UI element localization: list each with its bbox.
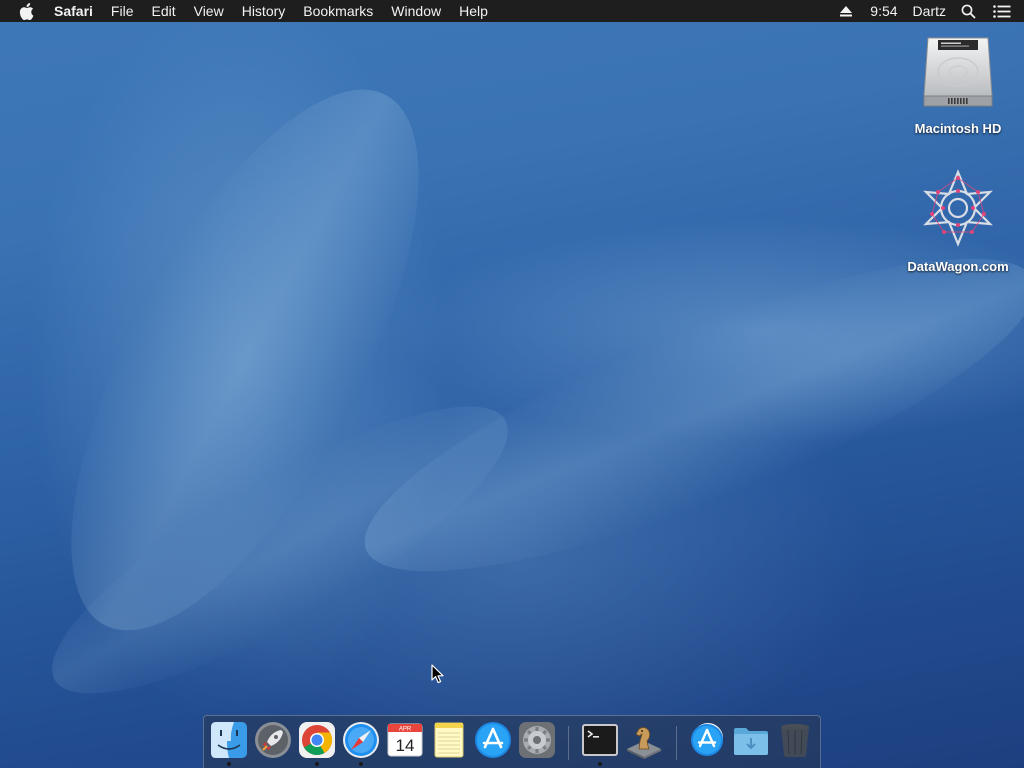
menu-history[interactable]: History — [233, 0, 295, 22]
gear-icon — [519, 722, 555, 758]
dock-launchpad[interactable] — [254, 721, 292, 759]
desktop-icon-label: DataWagon.com — [907, 259, 1009, 274]
eject-icon[interactable] — [834, 5, 858, 17]
app-store-icon — [475, 722, 511, 758]
menu-edit[interactable]: Edit — [142, 0, 184, 22]
app-store-stack-icon — [691, 723, 723, 756]
calendar-month: APR — [399, 727, 412, 733]
wallpaper-streak — [2, 41, 488, 679]
chrome-icon — [299, 722, 335, 758]
menu-help[interactable]: Help — [450, 0, 497, 22]
notification-center-icon[interactable] — [992, 4, 1012, 18]
menu-window[interactable]: Window — [382, 0, 450, 22]
menu-bookmarks[interactable]: Bookmarks — [294, 0, 382, 22]
dock-separator — [568, 726, 569, 760]
wallpaper-streak — [19, 359, 541, 741]
dock-finder[interactable] — [210, 721, 248, 759]
desktop-icon-macintosh-hd[interactable]: Macintosh HD — [903, 30, 1013, 136]
desktop-icon-datawagon[interactable]: DataWagon.com — [903, 168, 1013, 274]
apple-menu-icon[interactable] — [19, 2, 37, 20]
dock-downloads-folder[interactable] — [732, 721, 770, 759]
dock-terminal[interactable] — [581, 721, 619, 759]
finder-icon — [211, 722, 247, 758]
dock-chess[interactable] — [625, 721, 663, 759]
running-indicator — [359, 762, 363, 766]
terminal-icon — [582, 724, 618, 756]
mouse-pointer-icon — [431, 664, 444, 689]
launchpad-rocket-icon — [255, 722, 291, 758]
folder-icon — [734, 728, 768, 755]
dock: APR 14 — [203, 715, 821, 768]
menu-app-name[interactable]: Safari — [54, 0, 102, 22]
menu-file[interactable]: File — [102, 0, 143, 22]
dock-trash[interactable] — [776, 721, 814, 759]
menu-clock[interactable]: 9:54 — [870, 3, 897, 19]
dock-notes[interactable] — [430, 721, 468, 759]
hard-drive-icon — [918, 30, 998, 115]
running-indicator — [598, 762, 602, 766]
menu-view[interactable]: View — [185, 0, 233, 22]
calendar-icon: APR 14 — [387, 723, 423, 757]
spotlight-search-icon[interactable] — [958, 4, 978, 19]
menu-user-name[interactable]: Dartz — [913, 3, 946, 19]
calendar-day: 14 — [396, 736, 415, 755]
desktop-icon-label: Macintosh HD — [914, 121, 1002, 136]
notes-icon — [434, 722, 464, 758]
dock-separator — [676, 726, 677, 760]
dock-app-store[interactable] — [474, 721, 512, 759]
dock-calendar[interactable]: APR 14 — [386, 721, 424, 759]
dock-app-store-downloads[interactable] — [688, 721, 726, 759]
dock-chrome[interactable] — [298, 721, 336, 759]
safari-compass-icon — [343, 722, 379, 758]
dock-system-preferences[interactable] — [518, 721, 556, 759]
running-indicator — [315, 762, 319, 766]
chess-knight-icon — [627, 727, 661, 759]
dock-safari[interactable] — [342, 721, 380, 759]
running-indicator — [227, 762, 231, 766]
menu-bar: Safari File Edit View History Bookmarks … — [0, 0, 1024, 22]
datawagon-logo-icon — [916, 168, 1000, 253]
trash-icon — [781, 724, 809, 757]
